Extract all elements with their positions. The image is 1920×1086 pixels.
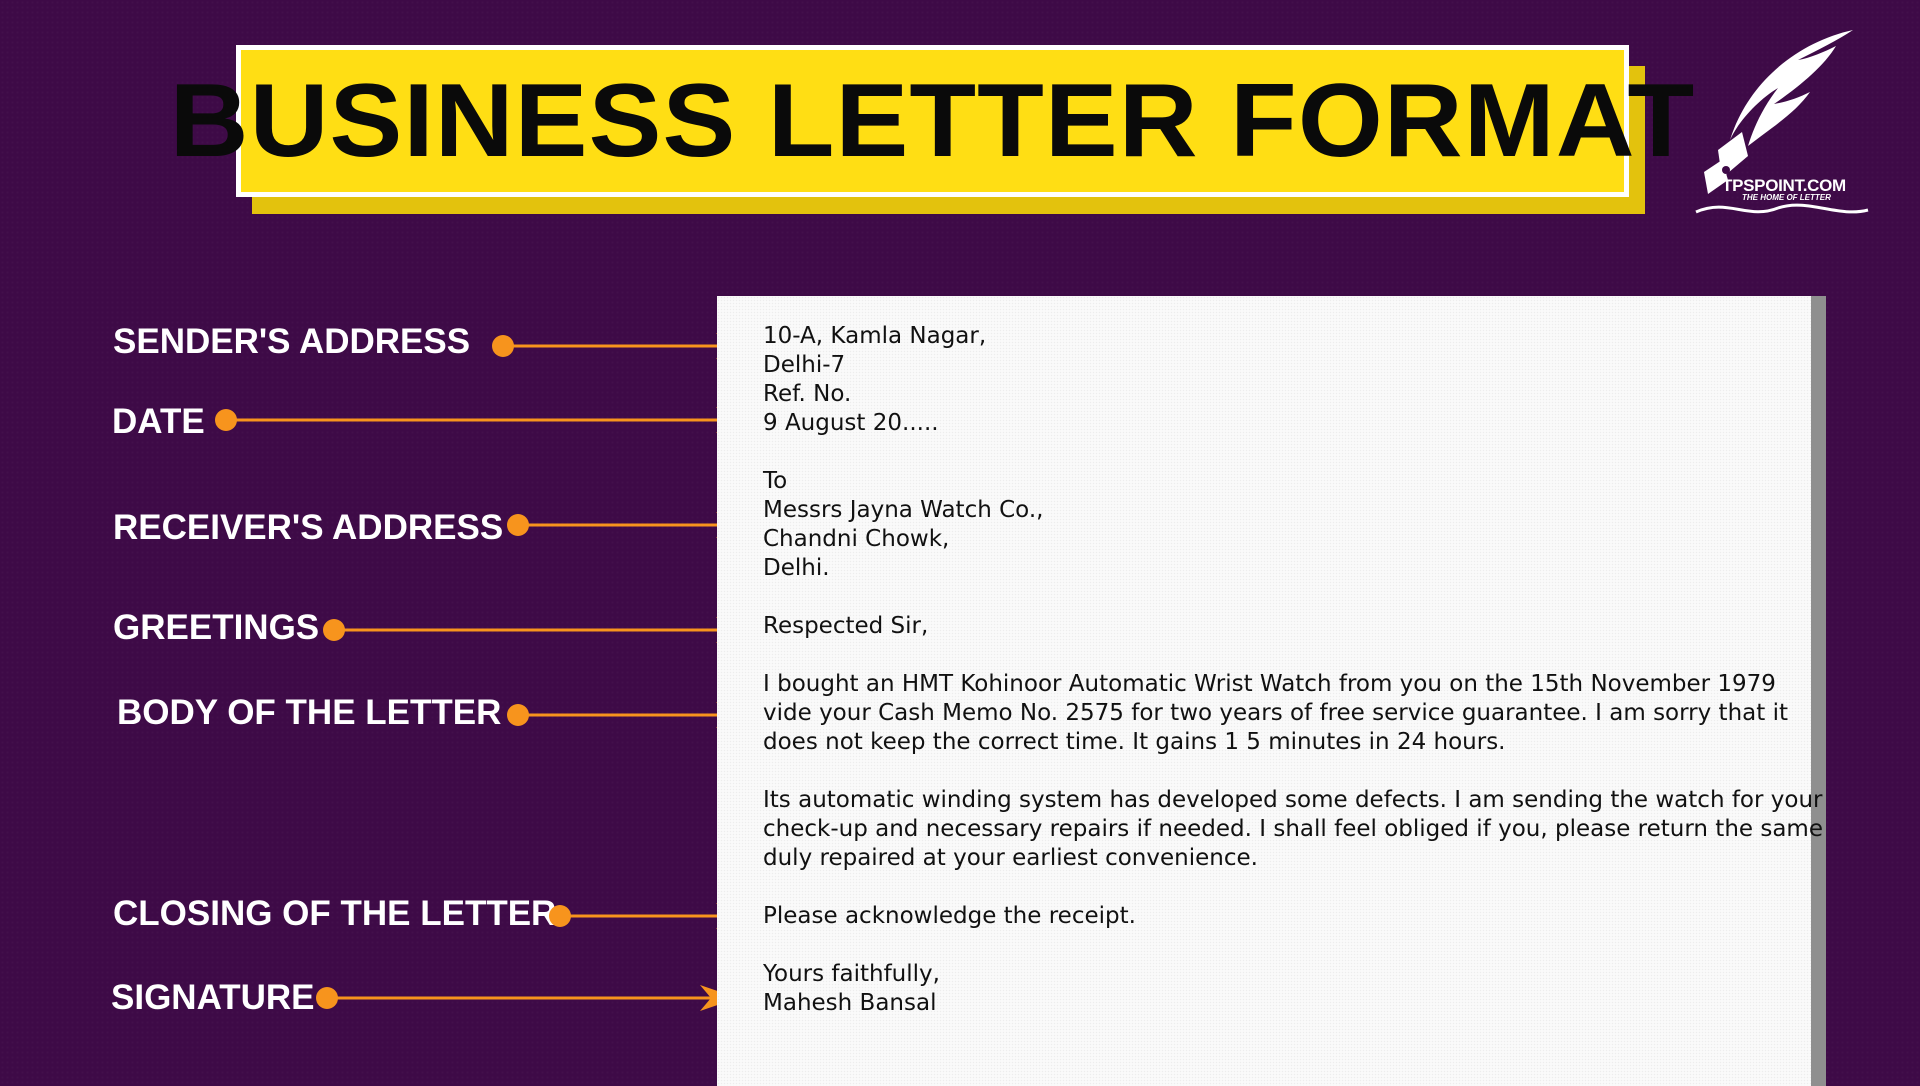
receiver-address-line-3: Chandni Chowk, bbox=[763, 526, 950, 552]
body-paragraph-1-line-2: vide your Cash Memo No. 2575 for two yea… bbox=[763, 700, 1788, 726]
receiver-address-line-1: To bbox=[763, 468, 788, 494]
arrow-greetings bbox=[323, 617, 754, 643]
body-paragraph-2-line-2: check-up and necessary repairs if needed… bbox=[763, 816, 1823, 842]
receiver-address-line-2: Messrs Jayna Watch Co., bbox=[763, 497, 1044, 523]
arrow-senders-address bbox=[492, 333, 754, 359]
body-paragraph-1-line-1: I bought an HMT Kohinoor Automatic Wrist… bbox=[763, 671, 1776, 697]
body-paragraph-2-line-3: duly repaired at your earliest convenien… bbox=[763, 845, 1258, 871]
signature-line-1: Yours faithfully, bbox=[763, 961, 940, 987]
letter-greeting: Respected Sir, bbox=[763, 613, 929, 639]
letter-paper: 10-A, Kamla Nagar, Delhi-7 Ref. No. 9 Au… bbox=[717, 296, 1823, 1086]
receiver-address-line-4: Delhi. bbox=[763, 555, 830, 581]
sender-address-line-1: 10-A, Kamla Nagar, bbox=[763, 323, 987, 349]
sender-address-line-3: Ref. No. bbox=[763, 381, 852, 407]
letter-date: 9 August 20..... bbox=[763, 410, 939, 436]
arrow-date bbox=[215, 407, 754, 433]
signature-name: Mahesh Bansal bbox=[763, 990, 937, 1016]
letter-closing: Please acknowledge the receipt. bbox=[763, 903, 1136, 929]
arrow-signature bbox=[316, 985, 738, 1011]
sender-address-line-2: Delhi-7 bbox=[763, 352, 846, 378]
body-paragraph-1-line-3: does not keep the correct time. It gains… bbox=[763, 729, 1506, 755]
body-paragraph-2-line-1: Its automatic winding system has develop… bbox=[763, 787, 1823, 813]
